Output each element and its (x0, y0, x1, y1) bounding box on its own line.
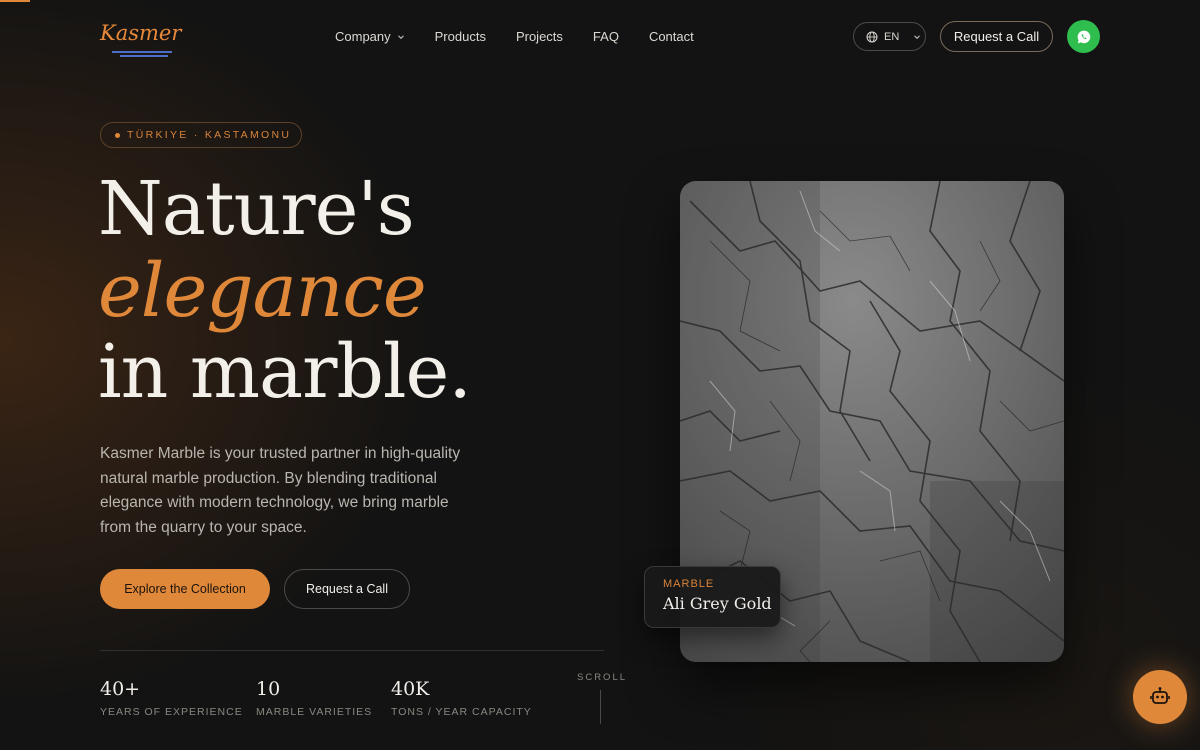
nav-item-label: Contact (648, 29, 694, 44)
nav-item-products[interactable]: Products (435, 29, 486, 44)
stat-label: YEARS OF EXPERIENCE (100, 706, 243, 718)
top-accent-bar (0, 0, 30, 2)
nav-item-label: FAQ (592, 29, 619, 44)
language-label: EN (884, 30, 900, 43)
scroll-indicator-label[interactable]: SCROLL (577, 672, 627, 683)
language-selector[interactable]: EN (853, 22, 926, 51)
nav-item-faq[interactable]: FAQ (593, 29, 619, 44)
logo-rule-1 (112, 51, 172, 53)
featured-marble-category: MARBLE (663, 578, 715, 590)
stat-experience: 40+ YEARS OF EXPERIENCE (100, 678, 243, 718)
chevron-down-icon (914, 34, 921, 39)
header-request-call-button[interactable]: Request a Call (940, 21, 1053, 52)
stat-capacity: 40K TONS / YEAR CAPACITY (391, 678, 532, 718)
logo-wordmark: Kasmer (100, 21, 182, 45)
stat-label: MARBLE VARIETIES (256, 706, 373, 718)
nav-item-label: Projects (515, 29, 563, 44)
location-badge: TÜRKIYE · KASTAMONU (100, 122, 302, 148)
nav-item-projects[interactable]: Projects (516, 29, 563, 44)
hero-title-line-3: in marble. (98, 329, 472, 415)
robot-icon (1150, 687, 1170, 704)
stat-label: TONS / YEAR CAPACITY (391, 706, 532, 718)
stat-value: 10 (256, 678, 281, 700)
hero-title-line-2: elegance (98, 248, 427, 334)
explore-collection-button[interactable]: Explore the Collection (100, 569, 270, 609)
stat-value: 40K (391, 678, 430, 700)
whatsapp-button[interactable] (1067, 20, 1100, 53)
nav-item-label: Company (335, 29, 391, 44)
featured-marble-tag: MARBLE Ali Grey Gold (644, 566, 781, 628)
stat-varieties: 10 MARBLE VARIETIES (256, 678, 372, 718)
hero-title-line-1: Nature's (98, 166, 415, 252)
nav-item-company[interactable]: Company (335, 29, 405, 44)
badge-dot (115, 132, 120, 138)
hero-request-call-button[interactable]: Request a Call (284, 569, 410, 609)
stats-divider (100, 650, 604, 651)
scroll-indicator-line (600, 690, 601, 724)
chevron-down-icon (397, 34, 404, 39)
globe-icon (866, 31, 878, 42)
whatsapp-icon (1077, 30, 1090, 43)
stat-value: 40+ (100, 678, 141, 700)
main-nav: Company Products Projects FAQ Contact (335, 29, 694, 44)
location-badge-text: TÜRKIYE · KASTAMONU (127, 129, 292, 141)
kasmer-logo[interactable]: Kasmer (100, 21, 182, 57)
logo-rule-2 (120, 55, 168, 57)
chatbot-button[interactable] (1133, 670, 1187, 724)
hero-description: Kasmer Marble is your trusted partner in… (100, 445, 461, 536)
featured-marble-name: Ali Grey Gold (663, 594, 772, 613)
nav-item-label: Products (434, 29, 486, 44)
nav-item-contact[interactable]: Contact (649, 29, 694, 44)
